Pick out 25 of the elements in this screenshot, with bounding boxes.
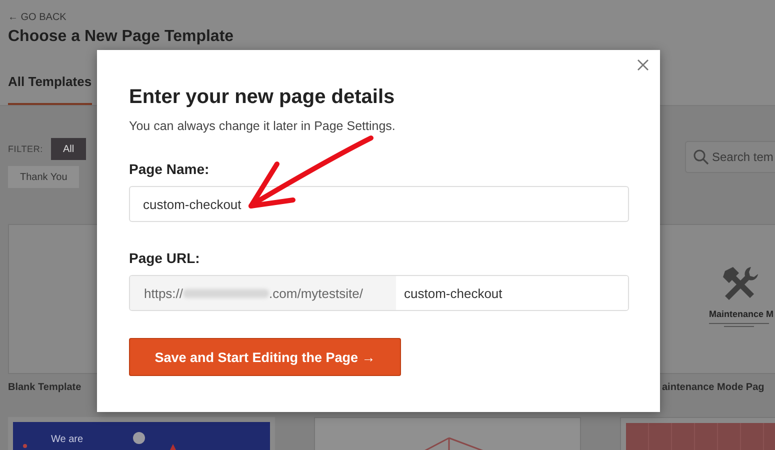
template-name: aintenance Mode Pag — [662, 382, 766, 393]
dialog-title: Enter your new page details — [129, 86, 396, 109]
field-label: Page Name: — [129, 161, 210, 177]
page-name-field[interactable]: custom-checkout — [129, 186, 629, 222]
tab[interactable]: All Templates — [8, 74, 92, 105]
preview-heading: We are — [51, 434, 84, 445]
close-icon — [637, 59, 649, 71]
url-prefix: https:// — [144, 286, 184, 300]
template-name: Blank Template — [8, 382, 82, 393]
filter-chip[interactable]: All — [50, 138, 86, 160]
preview-text-lines — [709, 323, 769, 327]
tools-icon — [721, 265, 761, 303]
save-button[interactable]: Save and Start Editing the Page → — [129, 338, 401, 376]
back-link[interactable]: ← GO BACK — [8, 12, 767, 26]
preview-heading: Maintenance M — [709, 309, 774, 319]
dialog-subtitle: You can always change it later in Page Settings. — [129, 119, 396, 133]
template-preview[interactable] — [314, 417, 581, 450]
search-field[interactable]: Search tem — [685, 141, 775, 173]
page-title: Choose a New Page Template — [8, 28, 235, 47]
filter-label: FILTER: — [8, 144, 43, 154]
field-label: Page URL: — [129, 250, 201, 266]
url-prefix: .com/mytestsite/ — [269, 286, 363, 300]
template-preview[interactable]: We are — [8, 417, 275, 450]
filter-chip[interactable]: Thank You — [8, 166, 80, 188]
page-url-field[interactable]: https:// .com/mytestsite/ custom-checkout — [129, 275, 629, 311]
